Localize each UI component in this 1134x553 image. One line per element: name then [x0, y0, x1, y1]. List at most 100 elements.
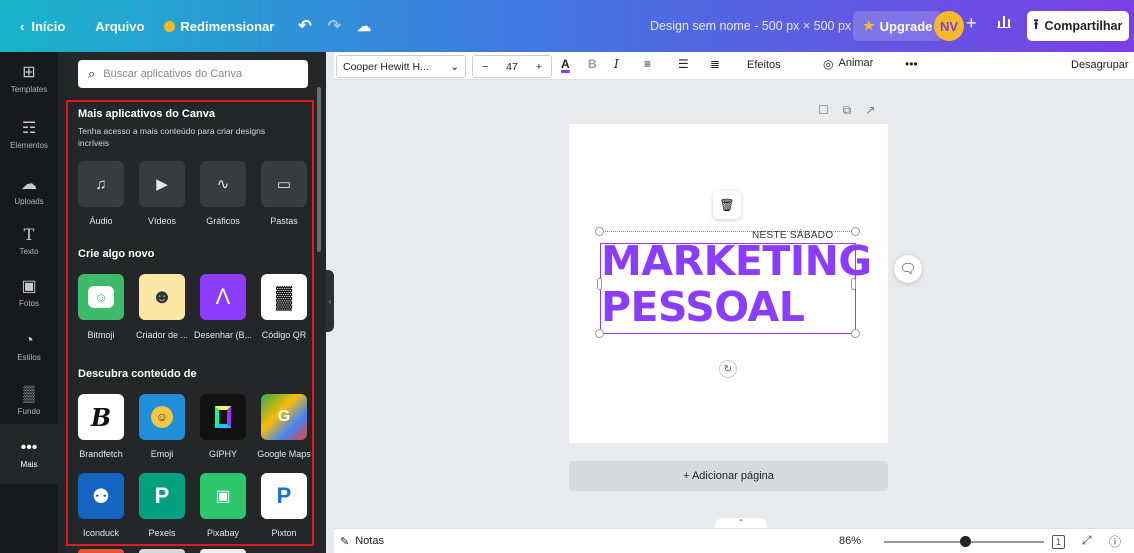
- animate-button[interactable]: ◎ Animar: [823, 57, 873, 71]
- document-title[interactable]: Design sem nome - 500 px × 500 px: [650, 0, 851, 52]
- app-giphy[interactable]: [200, 394, 246, 440]
- rail-item-styles[interactable]: ◔ Estilos: [0, 320, 58, 374]
- app-label: Código QR: [261, 330, 307, 340]
- chart-icon: ∿: [216, 176, 230, 193]
- map-pin-icon: G: [277, 408, 291, 425]
- font-size-value[interactable]: 47: [506, 61, 518, 73]
- headline-text[interactable]: MARKETING PESSOAL: [601, 238, 872, 330]
- font-family-dropdown[interactable]: Cooper Hewitt H... ⌄: [336, 55, 466, 78]
- app-label: Bitmoji: [87, 330, 115, 340]
- align-left-icon[interactable]: ≡: [644, 57, 651, 71]
- spacing-icon[interactable]: ≣: [710, 57, 720, 71]
- page-count[interactable]: 1: [1052, 535, 1065, 549]
- add-member-icon[interactable]: +: [966, 13, 977, 34]
- effects-button[interactable]: Efeitos: [747, 59, 781, 71]
- text-icon: T: [23, 224, 35, 244]
- ungroup-button[interactable]: Desagrupar: [1071, 59, 1128, 71]
- app-label: Emoji: [150, 449, 174, 459]
- app-audio[interactable]: ♫: [78, 161, 124, 207]
- app-tile-partial[interactable]: [200, 549, 246, 553]
- add-page-button[interactable]: + Adicionar página: [569, 461, 888, 491]
- app-label: Áudio: [89, 216, 113, 226]
- upgrade-button[interactable]: ★ Upgrade: [853, 11, 943, 41]
- more-options-icon[interactable]: •••: [905, 57, 918, 71]
- app-tile-partial[interactable]: [78, 549, 124, 553]
- share-button[interactable]: ⭱ Compartilhar: [1027, 11, 1129, 41]
- pexels-icon: P: [154, 483, 170, 508]
- resize-handle[interactable]: [851, 227, 860, 236]
- app-pixabay[interactable]: ▣: [200, 473, 246, 519]
- app-label: Vídeos: [147, 216, 177, 226]
- file-menu-button[interactable]: Arquivo: [87, 11, 152, 41]
- rail-item-uploads[interactable]: ☁ Uploads: [0, 164, 58, 218]
- app-charts[interactable]: ∿: [200, 161, 246, 207]
- panel-scrollbar[interactable]: [317, 87, 321, 252]
- analytics-icon[interactable]: [996, 13, 1012, 32]
- help-icon[interactable]: ⓘ: [1109, 533, 1121, 550]
- text-color-icon[interactable]: A: [561, 57, 570, 71]
- zoom-slider-handle[interactable]: [960, 536, 971, 547]
- zoom-level[interactable]: 86%: [839, 535, 861, 547]
- resize-handle[interactable]: [595, 227, 604, 236]
- app-character-creator[interactable]: ☻: [139, 274, 185, 320]
- rail-item-text[interactable]: T Texto: [0, 214, 58, 268]
- app-iconduck[interactable]: ⚉: [78, 473, 124, 519]
- camera-icon: ▣: [215, 488, 231, 505]
- plus-icon[interactable]: +: [536, 61, 542, 73]
- rail-label: Mais: [20, 459, 38, 469]
- background-icon: ▒: [23, 385, 35, 403]
- notes-label: Notas: [355, 535, 384, 547]
- chevron-down-icon: ⌄: [450, 60, 459, 73]
- italic-icon[interactable]: I: [614, 57, 619, 71]
- brandfetch-icon: B: [90, 402, 112, 432]
- back-button[interactable]: ‹ Início: [12, 11, 73, 41]
- app-tile-partial[interactable]: [139, 549, 185, 553]
- app-folders[interactable]: ▭: [261, 161, 307, 207]
- page-tools: ☐ ⧉ ↗: [818, 103, 875, 118]
- avatar[interactable]: NV: [934, 11, 964, 41]
- rail-item-elements[interactable]: ☶ Elementos: [0, 108, 58, 162]
- bold-icon[interactable]: B: [588, 57, 597, 71]
- app-label: Pastas: [270, 216, 298, 226]
- rail-item-more[interactable]: ••• Mais: [0, 424, 58, 484]
- fullscreen-icon[interactable]: ⤢: [1082, 533, 1092, 548]
- app-google-maps[interactable]: G: [261, 394, 307, 440]
- undo-icon[interactable]: ↶: [290, 11, 319, 41]
- section-title: Mais aplicativos do Canva: [78, 108, 215, 120]
- resize-button[interactable]: Redimensionar: [156, 11, 282, 41]
- search-input[interactable]: ⌕ Buscar aplicativos do Canva: [78, 60, 308, 88]
- crown-icon: [164, 20, 176, 32]
- app-draw[interactable]: Ʌ: [200, 274, 246, 320]
- app-pixton[interactable]: P: [261, 473, 307, 519]
- font-size-stepper[interactable]: − 47 +: [472, 55, 552, 78]
- app-emoji[interactable]: ☺: [139, 394, 185, 440]
- app-qr-code[interactable]: ▓: [261, 274, 307, 320]
- resize-handle[interactable]: [595, 329, 604, 338]
- app-pexels[interactable]: P: [139, 473, 185, 519]
- notes-button[interactable]: ✎ Notas: [340, 535, 384, 548]
- minus-icon[interactable]: −: [482, 61, 488, 73]
- cloud-saved-icon[interactable]: ☁: [349, 11, 379, 41]
- resize-handle[interactable]: [851, 278, 856, 290]
- app-videos[interactable]: ▶: [139, 161, 185, 207]
- lock-icon[interactable]: ☐: [818, 103, 829, 118]
- resize-handle[interactable]: [597, 278, 602, 290]
- rail-item-templates[interactable]: ⊞ Templates: [0, 52, 58, 106]
- rail-item-background[interactable]: ▒ Fundo: [0, 374, 58, 428]
- app-bitmoji[interactable]: ☺: [78, 274, 124, 320]
- app-brandfetch[interactable]: B: [78, 394, 124, 440]
- rail-item-photos[interactable]: ▣ Fotos: [0, 266, 58, 320]
- rotate-icon[interactable]: ↻: [719, 360, 737, 378]
- app-label: Pixton: [271, 528, 297, 538]
- resize-handle[interactable]: [851, 329, 860, 338]
- notes-icon: ✎: [340, 536, 350, 548]
- trash-icon[interactable]: 🗑: [713, 191, 741, 219]
- add-comment-icon[interactable]: 🗨: [894, 255, 922, 283]
- duplicate-page-icon[interactable]: ⧉: [843, 103, 852, 118]
- search-icon: ⌕: [88, 66, 96, 81]
- redo-icon[interactable]: ↷: [320, 11, 349, 41]
- list-icon[interactable]: ☰: [678, 57, 689, 71]
- rail-label: Uploads: [14, 196, 44, 206]
- add-page-icon[interactable]: ↗: [865, 103, 875, 118]
- collapse-panel-button[interactable]: ‹: [326, 270, 334, 332]
